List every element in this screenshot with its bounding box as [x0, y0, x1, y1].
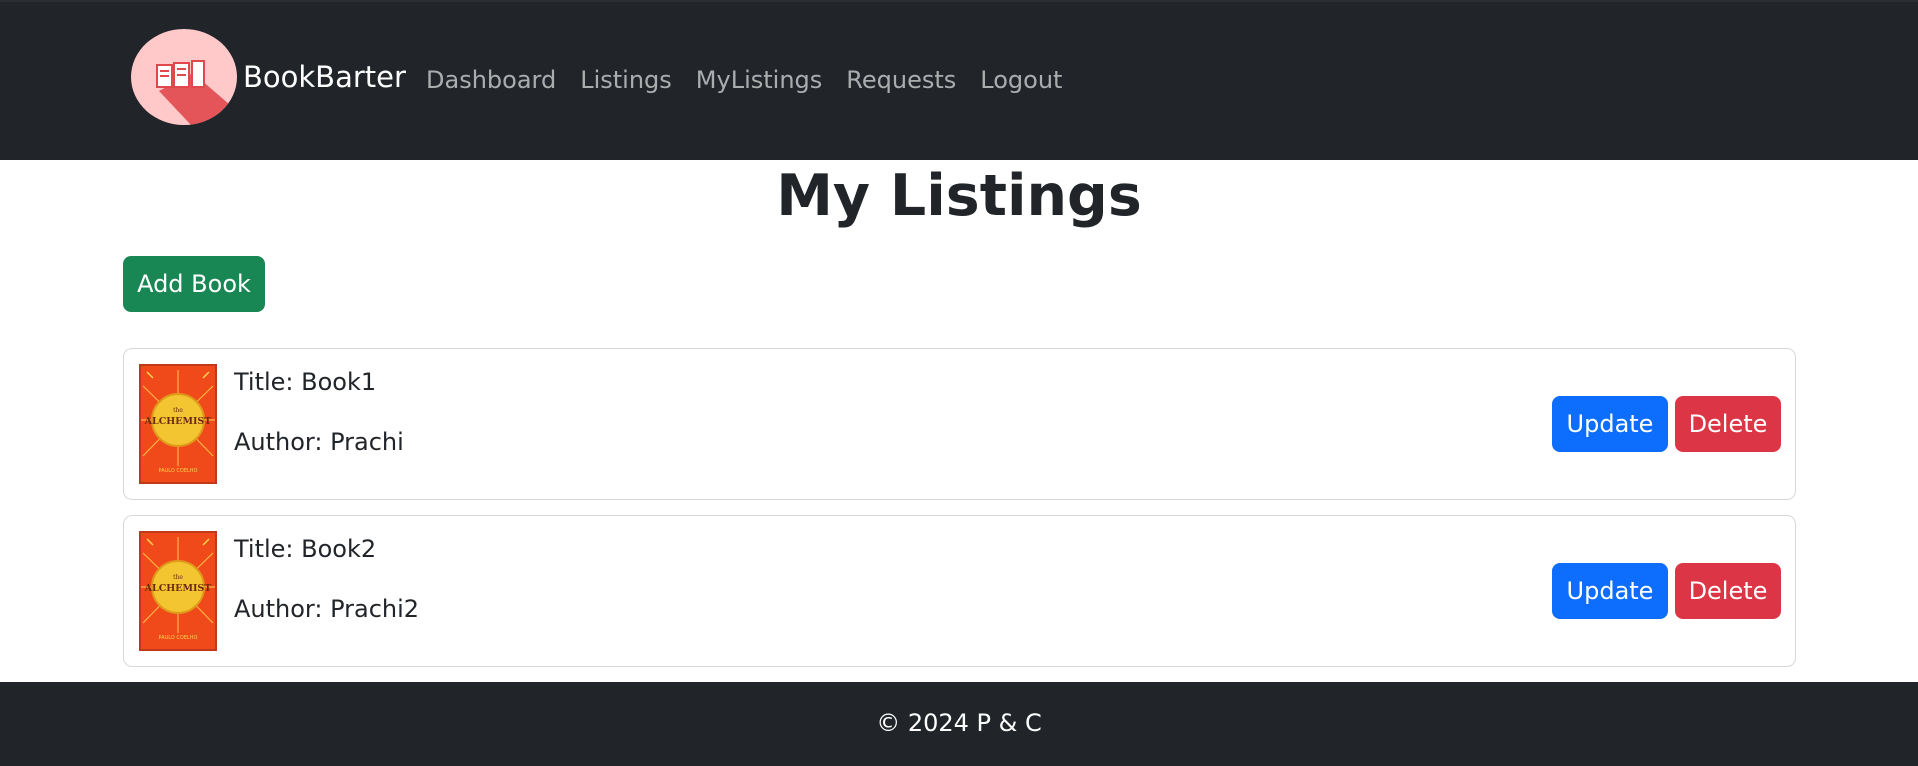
svg-text:the: the — [173, 407, 183, 414]
svg-text:PAULO COELHO: PAULO COELHO — [159, 635, 198, 641]
listing-card: the ALCHEMIST PAULO COELHO Title: Book1 … — [123, 348, 1796, 500]
navbar: BookBarter Dashboard Listings MyListings… — [0, 0, 1918, 160]
listing-card: the ALCHEMIST PAULO COELHO Title: Book2 … — [123, 515, 1796, 667]
nav-link-mylistings[interactable]: MyListings — [696, 66, 822, 94]
book-title: Title: Book1 — [234, 368, 377, 396]
delete-button[interactable]: Delete — [1675, 396, 1781, 452]
book-author: Author: Prachi2 — [234, 595, 420, 623]
book-cover-image: the ALCHEMIST PAULO COELHO — [139, 531, 217, 651]
svg-text:ALCHEMIST: ALCHEMIST — [144, 416, 212, 427]
update-button[interactable]: Update — [1552, 563, 1668, 619]
brand-logo-icon[interactable] — [131, 29, 237, 125]
page-title: My Listings — [776, 163, 1142, 229]
nav-link-logout[interactable]: Logout — [980, 66, 1062, 94]
book-author: Author: Prachi — [234, 428, 404, 456]
nav-link-listings[interactable]: Listings — [580, 66, 672, 94]
add-book-button[interactable]: Add Book — [123, 256, 265, 312]
delete-button[interactable]: Delete — [1675, 563, 1781, 619]
nav-link-requests[interactable]: Requests — [846, 66, 956, 94]
brand-name[interactable]: BookBarter — [243, 60, 406, 94]
svg-text:PAULO COELHO: PAULO COELHO — [159, 468, 198, 474]
book-cover-image: the ALCHEMIST PAULO COELHO — [139, 364, 217, 484]
footer-copyright: © 2024 P & C — [876, 709, 1042, 737]
book-title: Title: Book2 — [234, 535, 377, 563]
nav-link-dashboard[interactable]: Dashboard — [426, 66, 556, 94]
nav-links: Dashboard Listings MyListings Requests L… — [426, 66, 1086, 94]
update-button[interactable]: Update — [1552, 396, 1668, 452]
svg-text:ALCHEMIST: ALCHEMIST — [144, 583, 212, 594]
svg-text:the: the — [173, 574, 183, 581]
footer: © 2024 P & C — [0, 682, 1918, 766]
